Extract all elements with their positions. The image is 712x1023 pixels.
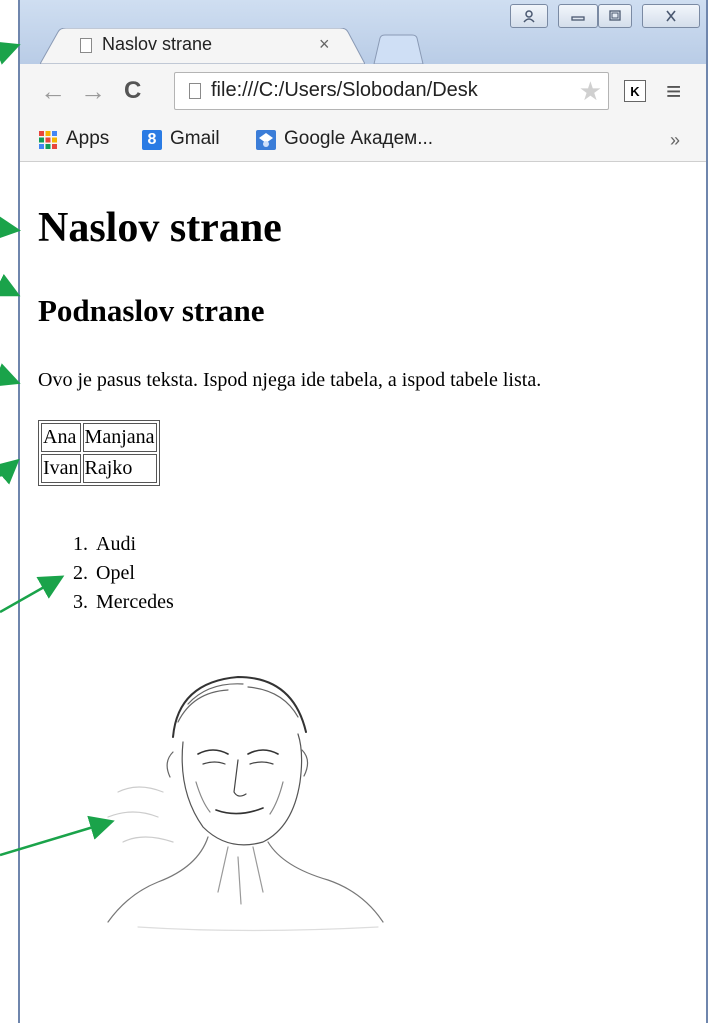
- minimize-icon[interactable]: [558, 4, 598, 28]
- table-row: Ana Manjana: [41, 423, 157, 452]
- list-item-label: Audi: [96, 533, 136, 555]
- list-item: 3. Mercedes: [60, 588, 174, 617]
- page-heading: Naslov strane: [38, 205, 282, 251]
- menu-icon[interactable]: ≡: [666, 78, 681, 104]
- gmail-icon: 8: [142, 130, 162, 150]
- bookmarks-bar: Apps 8 Gmail Google Академ... »: [20, 122, 706, 162]
- google-scholar-icon: [256, 130, 276, 150]
- list-item-label: Mercedes: [96, 591, 174, 613]
- list-number: 3.: [73, 591, 88, 613]
- title-bar: Naslov strane ×: [20, 0, 706, 64]
- new-tab-button[interactable]: [372, 34, 424, 64]
- arrow-to-subheading: [0, 273, 21, 297]
- bookmark-gmail[interactable]: Gmail: [170, 128, 220, 150]
- user-icon[interactable]: [510, 4, 548, 28]
- toolbar: ← → C file:///C:/Users/Slobodan/Desk ★ K…: [20, 64, 706, 122]
- list-number: 2.: [73, 562, 88, 584]
- page-subheading: Podnaslov strane: [38, 293, 265, 328]
- tab-close-icon[interactable]: ×: [319, 34, 330, 55]
- page-icon: [80, 38, 92, 53]
- list-number: 1.: [73, 533, 88, 555]
- address-bar[interactable]: file:///C:/Users/Slobodan/Desk ★: [174, 72, 609, 110]
- page-content: Naslov strane Podnaslov strane Ovo je pa…: [20, 162, 706, 1023]
- bookmark-apps[interactable]: Apps: [66, 128, 109, 150]
- reload-icon[interactable]: C: [124, 78, 141, 104]
- apps-grid-icon: [39, 131, 57, 149]
- bookmark-star-icon[interactable]: ★: [579, 76, 602, 107]
- arrow-to-paragraph: [0, 363, 21, 387]
- bookmarks-more-icon[interactable]: »: [670, 130, 680, 151]
- tab-naslov-strane[interactable]: Naslov strane ×: [40, 28, 365, 64]
- bookmark-google-scholar[interactable]: Google Академ...: [284, 128, 433, 150]
- browser-window: Naslov strane × ← → C file:///C:/Users/S…: [18, 0, 708, 1023]
- table-cell: Manjana: [82, 423, 157, 452]
- url-text[interactable]: file:///C:/Users/Slobodan/Desk: [211, 79, 551, 102]
- extension-k-icon[interactable]: K: [624, 80, 646, 102]
- page-icon: [189, 83, 201, 99]
- table-cell: Rajko: [82, 454, 157, 483]
- list-item-label: Opel: [96, 562, 135, 584]
- tab-title: Naslov strane: [102, 34, 213, 54]
- arrow-to-heading: [0, 215, 21, 240]
- portrait-sketch-image: [107, 675, 384, 932]
- maximize-icon[interactable]: [598, 4, 632, 28]
- names-table: Ana Manjana Ivan Rajko: [38, 420, 160, 486]
- back-arrow-icon[interactable]: ←: [40, 78, 66, 104]
- ordered-list: 1. Audi 2. Opel 3. Mercedes: [60, 530, 174, 617]
- arrow-to-table: [0, 458, 20, 485]
- paragraph: Ovo je pasus teksta. Ispod njega ide tab…: [38, 369, 542, 391]
- list-item: 2. Opel: [60, 559, 174, 588]
- table-cell: Ana: [41, 423, 81, 452]
- table-cell: Ivan: [41, 454, 81, 483]
- close-icon[interactable]: [642, 4, 700, 28]
- list-item: 1. Audi: [60, 530, 174, 559]
- table-row: Ivan Rajko: [41, 454, 157, 483]
- forward-arrow-icon[interactable]: →: [80, 78, 106, 104]
- arrow-to-tab-title: [0, 41, 21, 65]
